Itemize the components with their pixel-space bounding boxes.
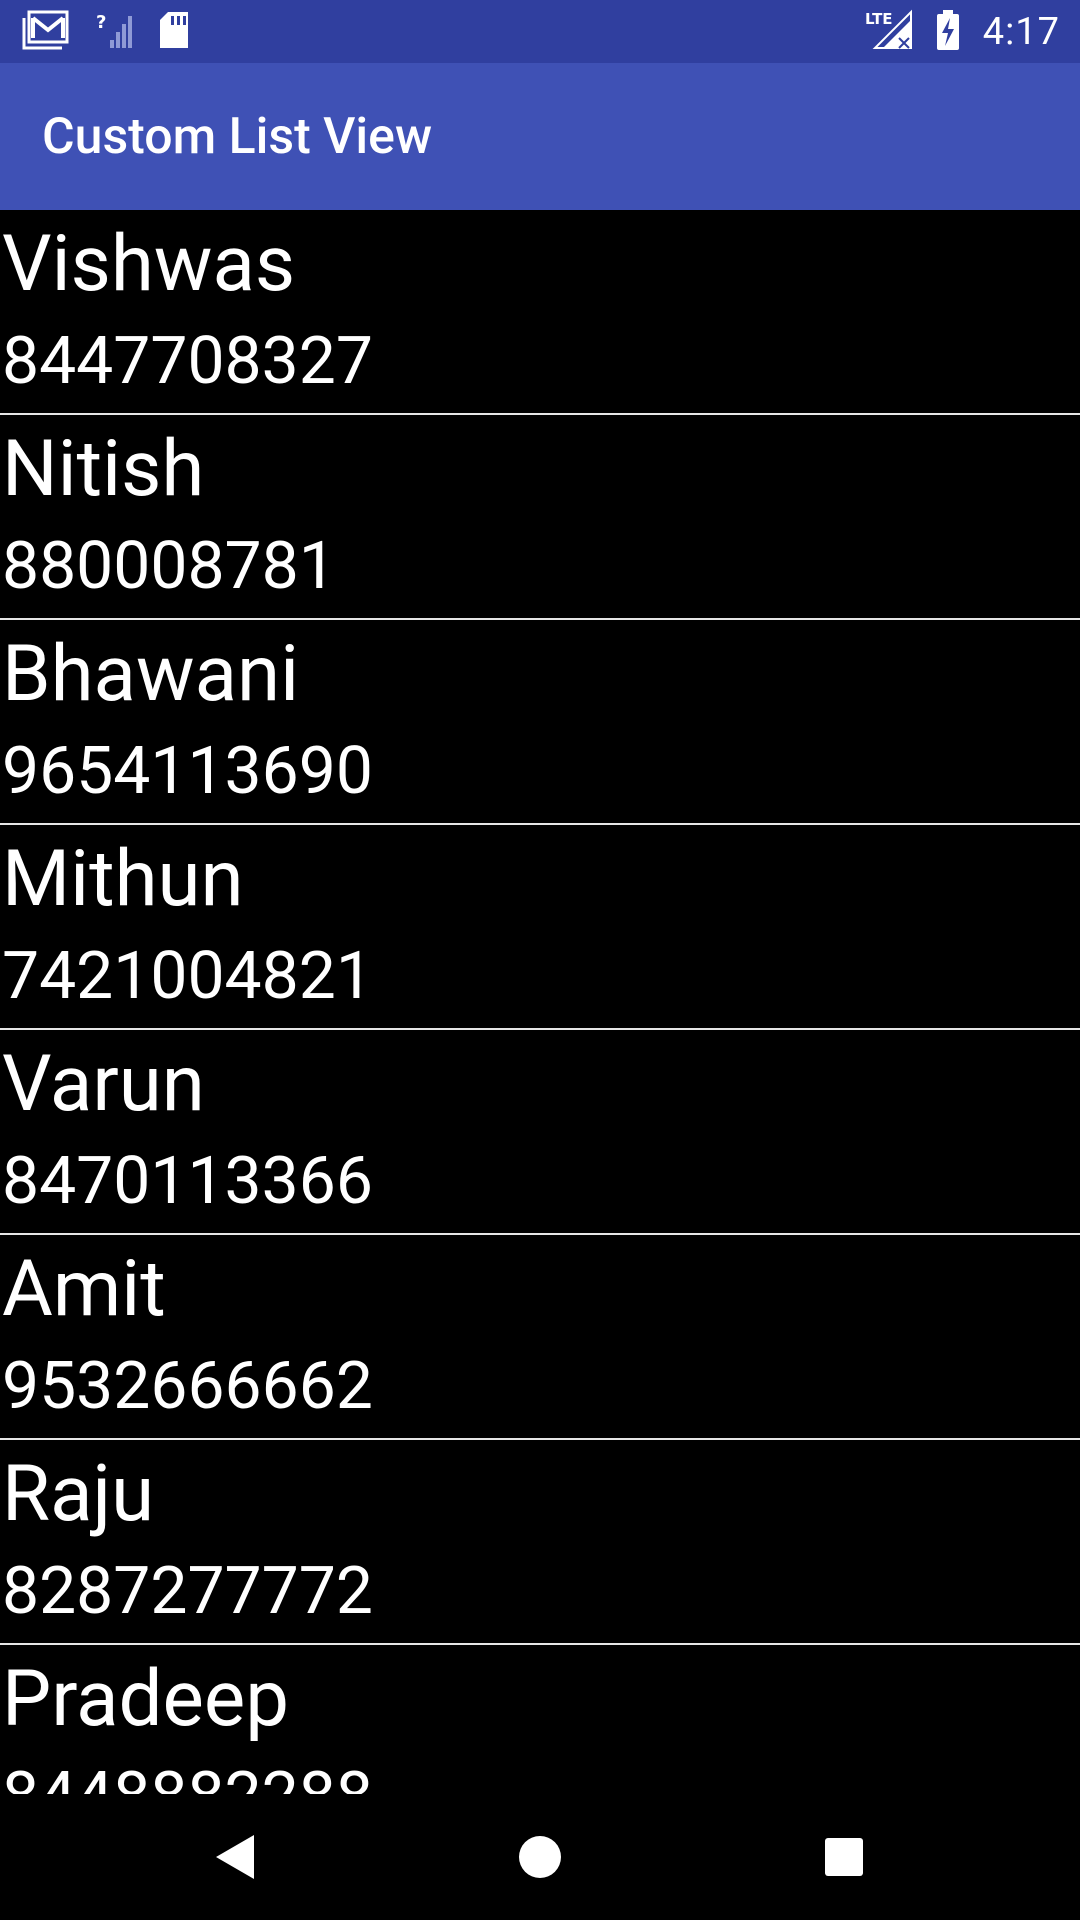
contact-name: Pradeep bbox=[2, 1654, 290, 1745]
app-title: Custom List View bbox=[42, 108, 433, 166]
contact-name: Amit bbox=[2, 1244, 166, 1335]
contact-phone: 8470113366 bbox=[2, 1143, 373, 1220]
network-label: LTE bbox=[865, 10, 893, 28]
no-signal-icon: ? bbox=[96, 10, 132, 54]
list-item[interactable]: Mithun 7421004821 bbox=[0, 825, 1080, 1028]
contact-name: Raju bbox=[2, 1449, 155, 1540]
contact-phone: 9532666662 bbox=[2, 1348, 373, 1425]
back-icon bbox=[216, 1835, 254, 1879]
contact-phone: 9654113690 bbox=[2, 733, 373, 810]
list-item[interactable]: Amit 9532666662 bbox=[0, 1235, 1080, 1438]
contact-name: Varun bbox=[2, 1039, 205, 1130]
contact-name: Bhawani bbox=[2, 629, 300, 720]
contact-name: Nitish bbox=[2, 424, 205, 515]
home-icon bbox=[519, 1836, 561, 1878]
recents-icon bbox=[825, 1838, 863, 1876]
contact-phone: 8448882288 bbox=[2, 1757, 373, 1794]
recents-button[interactable] bbox=[804, 1819, 884, 1895]
list-item[interactable]: Varun 8470113366 bbox=[0, 1030, 1080, 1233]
contact-phone: 7421004821 bbox=[2, 938, 373, 1015]
contact-phone: 8287277772 bbox=[2, 1553, 373, 1630]
sd-card-icon bbox=[158, 10, 190, 54]
status-bar: ? LTE 4:17 bbox=[0, 0, 1080, 63]
battery-charging-icon bbox=[935, 8, 961, 56]
home-button[interactable] bbox=[500, 1819, 580, 1895]
lte-signal-icon: LTE bbox=[865, 8, 913, 56]
list-item[interactable]: Pradeep 8448882288 bbox=[0, 1645, 1080, 1795]
list-item[interactable]: Vishwas 8447708327 bbox=[0, 210, 1080, 413]
gmail-icon bbox=[22, 10, 70, 54]
app-bar: Custom List View bbox=[0, 63, 1080, 210]
status-right-icons: LTE 4:17 bbox=[865, 8, 1060, 56]
contact-list[interactable]: Vishwas 8447708327 Nitish 880008781 Bhaw… bbox=[0, 210, 1080, 1794]
list-item[interactable]: Nitish 880008781 bbox=[0, 415, 1080, 618]
status-left-icons: ? bbox=[22, 10, 190, 54]
list-item[interactable]: Bhawani 9654113690 bbox=[0, 620, 1080, 823]
contact-phone: 880008781 bbox=[2, 528, 336, 605]
svg-text:?: ? bbox=[96, 12, 106, 33]
navigation-bar bbox=[0, 1794, 1080, 1920]
contact-name: Mithun bbox=[2, 834, 244, 925]
contact-phone: 8447708327 bbox=[2, 323, 373, 400]
contact-name: Vishwas bbox=[2, 219, 296, 310]
clock: 4:17 bbox=[982, 10, 1060, 54]
back-button[interactable] bbox=[196, 1819, 276, 1895]
list-item[interactable]: Raju 8287277772 bbox=[0, 1440, 1080, 1643]
